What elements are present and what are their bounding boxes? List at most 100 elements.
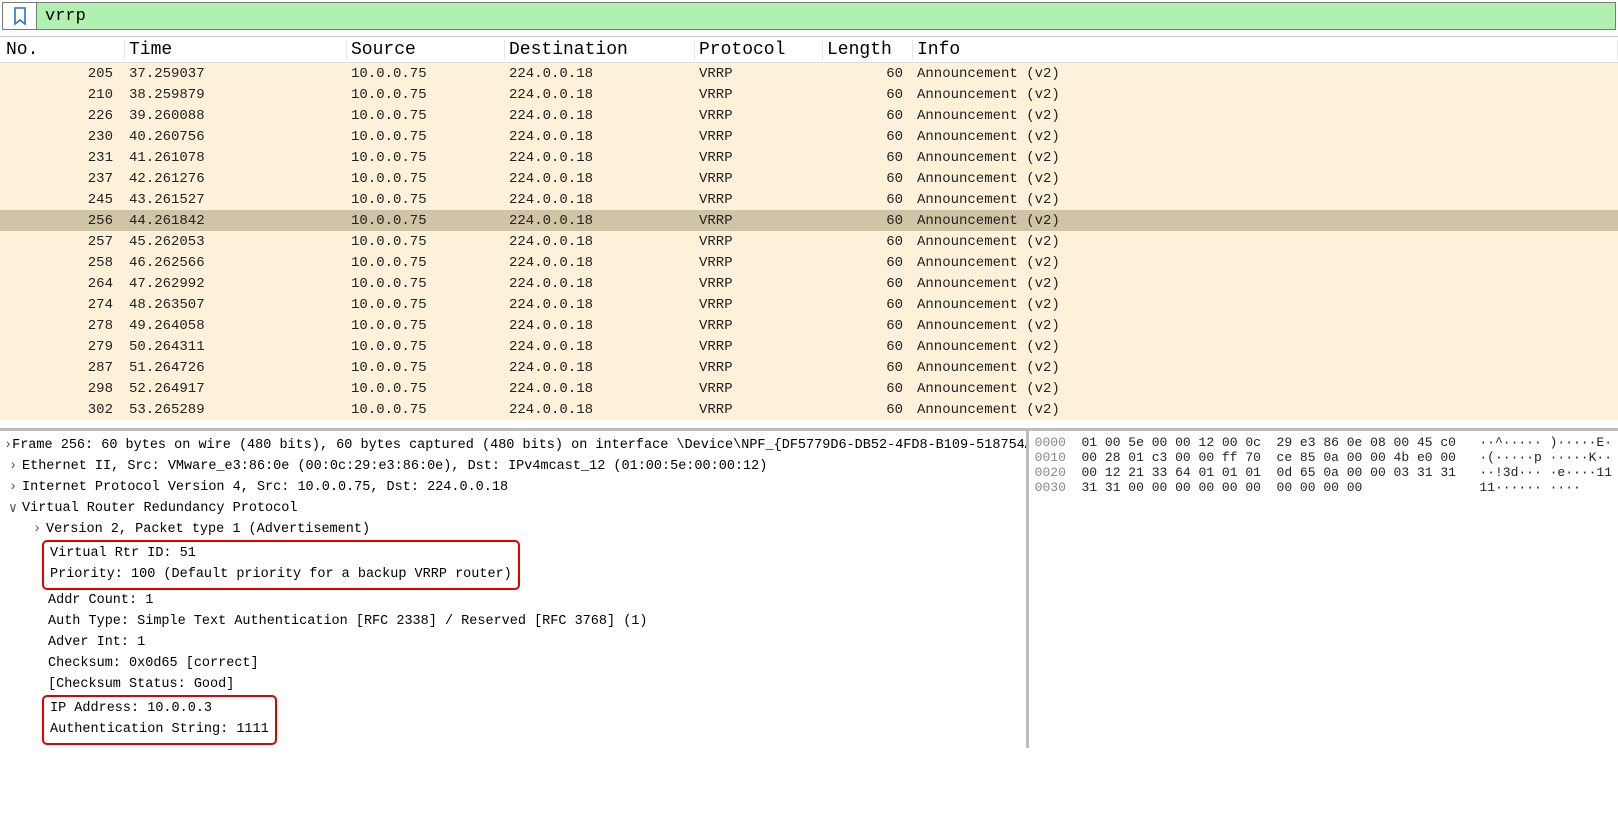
cell-src: 10.0.0.75 [347, 129, 505, 145]
cell-dst: 224.0.0.18 [505, 129, 695, 145]
cell-info: Announcement (v2) [913, 129, 1618, 145]
cell-proto: VRRP [695, 87, 823, 103]
cell-info: Announcement (v2) [913, 108, 1618, 124]
cell-info: Announcement (v2) [913, 318, 1618, 334]
packet-row[interactable]: 24543.26152710.0.0.75224.0.0.18VRRP60Ann… [0, 189, 1618, 210]
cell-len: 60 [823, 339, 913, 355]
cell-time: 48.263507 [125, 297, 347, 313]
cell-no: 274 [0, 297, 125, 313]
bookmark-icon[interactable] [3, 3, 37, 29]
cell-proto: VRRP [695, 150, 823, 166]
cell-no: 231 [0, 150, 125, 166]
packet-row[interactable]: 29852.26491710.0.0.75224.0.0.18VRRP60Ann… [0, 378, 1618, 399]
cell-time: 38.259879 [125, 87, 347, 103]
packet-row[interactable]: 26447.26299210.0.0.75224.0.0.18VRRP60Ann… [0, 273, 1618, 294]
col-header-src[interactable]: Source [347, 40, 505, 60]
tree-vrrp-priority[interactable]: Priority: 100 (Default priority for a ba… [50, 564, 512, 585]
cell-no: 302 [0, 402, 125, 418]
hex-bytes: 31 31 00 00 00 00 00 00 00 00 00 00 [1082, 480, 1363, 495]
cell-len: 60 [823, 213, 913, 229]
packet-bytes-pane[interactable]: 0000 01 00 5e 00 00 12 00 0c 29 e3 86 0e… [1029, 431, 1618, 748]
tree-vrrp-authstr[interactable]: Authentication String: 1111 [50, 719, 269, 740]
cell-dst: 224.0.0.18 [505, 150, 695, 166]
cell-proto: VRRP [695, 339, 823, 355]
packet-row[interactable]: 25846.26256610.0.0.75224.0.0.18VRRP60Ann… [0, 252, 1618, 273]
expand-icon[interactable]: › [28, 522, 46, 537]
cell-time: 49.264058 [125, 318, 347, 334]
cell-len: 60 [823, 402, 913, 418]
col-header-info[interactable]: Info [913, 40, 1618, 60]
packet-row[interactable]: 27950.26431110.0.0.75224.0.0.18VRRP60Ann… [0, 336, 1618, 357]
cell-dst: 224.0.0.18 [505, 402, 695, 418]
cell-time: 42.261276 [125, 171, 347, 187]
packet-row[interactable]: 28751.26472610.0.0.75224.0.0.18VRRP60Ann… [0, 357, 1618, 378]
cell-proto: VRRP [695, 108, 823, 124]
cell-time: 45.262053 [125, 234, 347, 250]
packet-details-pane[interactable]: › Frame 256: 60 bytes on wire (480 bits)… [0, 431, 1029, 748]
display-filter-input[interactable] [37, 3, 1615, 29]
cell-dst: 224.0.0.18 [505, 255, 695, 271]
expand-icon[interactable]: › [4, 480, 22, 495]
packet-row[interactable]: 30253.26528910.0.0.75224.0.0.18VRRP60Ann… [0, 399, 1618, 420]
cell-src: 10.0.0.75 [347, 171, 505, 187]
cell-len: 60 [823, 297, 913, 313]
cell-len: 60 [823, 318, 913, 334]
col-header-dst[interactable]: Destination [505, 40, 695, 60]
cell-proto: VRRP [695, 213, 823, 229]
packet-row[interactable]: 22639.26008810.0.0.75224.0.0.18VRRP60Ann… [0, 105, 1618, 126]
packet-row[interactable]: 27448.26350710.0.0.75224.0.0.18VRRP60Ann… [0, 294, 1618, 315]
tree-vrrp-adverint[interactable]: Adver Int: 1 [4, 632, 1026, 653]
tree-ethernet[interactable]: › Ethernet II, Src: VMware_e3:86:0e (00:… [4, 456, 1026, 477]
hex-offset: 0010 [1035, 450, 1066, 465]
expand-icon[interactable]: › [4, 459, 22, 474]
cell-no: 287 [0, 360, 125, 376]
cell-src: 10.0.0.75 [347, 381, 505, 397]
cell-info: Announcement (v2) [913, 87, 1618, 103]
packet-row[interactable]: 27849.26405810.0.0.75224.0.0.18VRRP60Ann… [0, 315, 1618, 336]
cell-info: Announcement (v2) [913, 297, 1618, 313]
display-filter-bar [2, 2, 1616, 30]
cell-len: 60 [823, 129, 913, 145]
tree-vrrp-version[interactable]: › Version 2, Packet type 1 (Advertisemen… [4, 519, 1026, 540]
tree-vrrp[interactable]: ∨ Virtual Router Redundancy Protocol [4, 498, 1026, 519]
tree-ip[interactable]: › Internet Protocol Version 4, Src: 10.0… [4, 477, 1026, 498]
packet-row[interactable]: 25644.26184210.0.0.75224.0.0.18VRRP60Ann… [0, 210, 1618, 231]
tree-vrrp-checksum[interactable]: Checksum: 0x0d65 [correct] [4, 653, 1026, 674]
cell-len: 60 [823, 150, 913, 166]
cell-proto: VRRP [695, 297, 823, 313]
packet-row[interactable]: 20537.25903710.0.0.75224.0.0.18VRRP60Ann… [0, 63, 1618, 84]
cell-src: 10.0.0.75 [347, 108, 505, 124]
cell-dst: 224.0.0.18 [505, 87, 695, 103]
packet-row[interactable]: 21038.25987910.0.0.75224.0.0.18VRRP60Ann… [0, 84, 1618, 105]
cell-src: 10.0.0.75 [347, 402, 505, 418]
tree-vrrp-authtype[interactable]: Auth Type: Simple Text Authentication [R… [4, 611, 1026, 632]
cell-dst: 224.0.0.18 [505, 66, 695, 82]
tree-vrrp-cksumstat[interactable]: [Checksum Status: Good] [4, 674, 1026, 695]
expand-icon[interactable]: › [4, 438, 12, 453]
cell-time: 43.261527 [125, 192, 347, 208]
packet-row[interactable]: 23040.26075610.0.0.75224.0.0.18VRRP60Ann… [0, 126, 1618, 147]
collapse-icon[interactable]: ∨ [4, 500, 22, 517]
packet-list-header[interactable]: No. Time Source Destination Protocol Len… [0, 37, 1618, 63]
cell-dst: 224.0.0.18 [505, 276, 695, 292]
packet-row[interactable]: 23141.26107810.0.0.75224.0.0.18VRRP60Ann… [0, 147, 1618, 168]
cell-proto: VRRP [695, 234, 823, 250]
cell-no: 205 [0, 66, 125, 82]
packet-row[interactable]: 25745.26205310.0.0.75224.0.0.18VRRP60Ann… [0, 231, 1618, 252]
cell-no: 230 [0, 129, 125, 145]
hex-bytes: 00 12 21 33 64 01 01 01 0d 65 0a 00 00 0… [1082, 465, 1456, 480]
tree-vrrp-addrcount[interactable]: Addr Count: 1 [4, 590, 1026, 611]
col-header-no[interactable]: No. [0, 40, 125, 60]
tree-frame[interactable]: › Frame 256: 60 bytes on wire (480 bits)… [4, 435, 1026, 456]
tree-frame-label: Frame 256: 60 bytes on wire (480 bits), … [12, 438, 1029, 453]
cell-no: 258 [0, 255, 125, 271]
tree-vrrp-vrid[interactable]: Virtual Rtr ID: 51 [50, 543, 512, 564]
cell-info: Announcement (v2) [913, 381, 1618, 397]
col-header-time[interactable]: Time [125, 40, 347, 60]
tree-vrrp-ipaddr[interactable]: IP Address: 10.0.0.3 [50, 698, 269, 719]
col-header-proto[interactable]: Protocol [695, 40, 823, 60]
col-header-len[interactable]: Length [823, 40, 913, 60]
packet-list: No. Time Source Destination Protocol Len… [0, 36, 1618, 420]
cell-len: 60 [823, 66, 913, 82]
packet-row[interactable]: 23742.26127610.0.0.75224.0.0.18VRRP60Ann… [0, 168, 1618, 189]
